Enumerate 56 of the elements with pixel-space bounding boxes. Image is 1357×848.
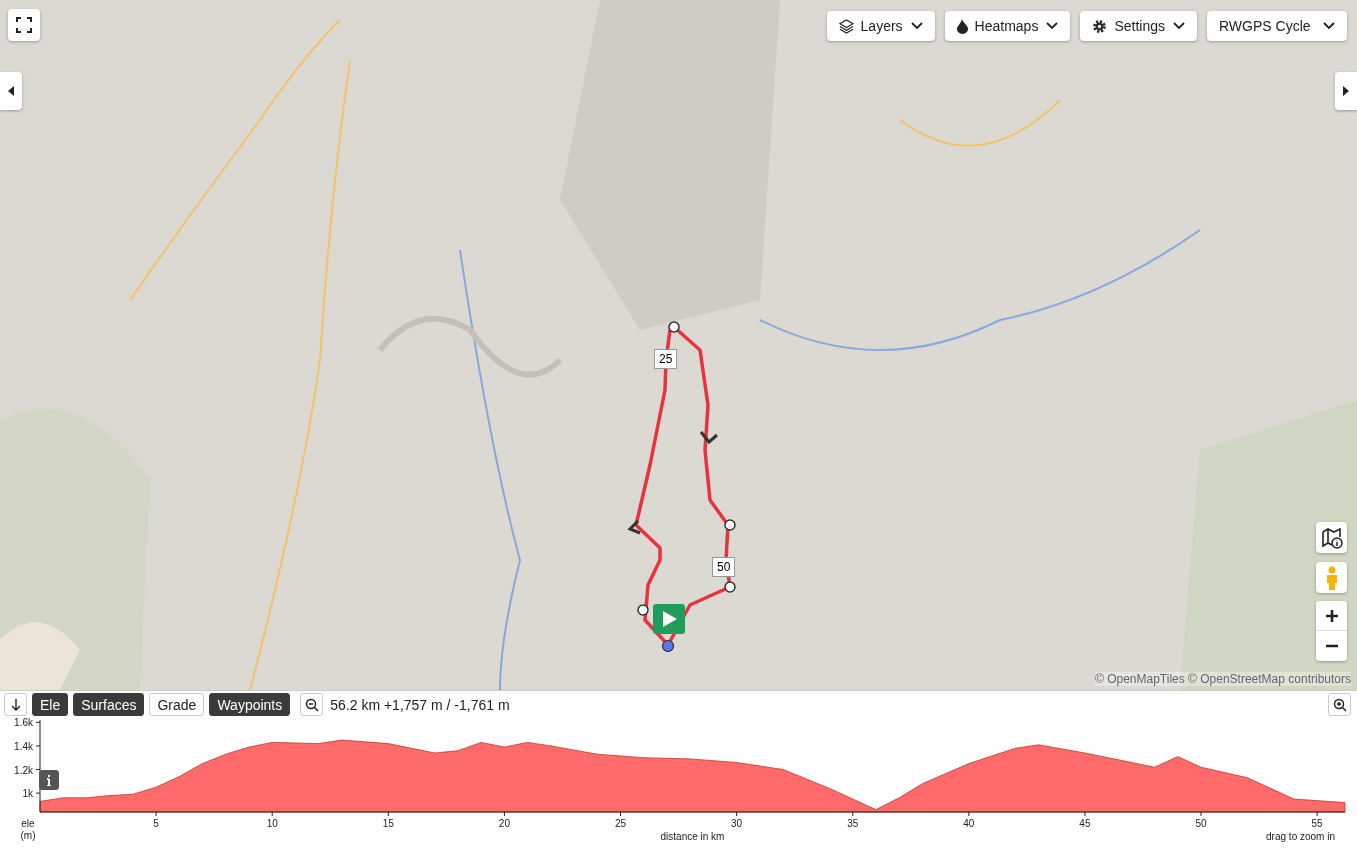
route-summary: 56.2 km +1,757 m / -1,761 m — [330, 696, 511, 713]
gear-icon — [1092, 18, 1108, 34]
chart-toggle[interactable]: Ele — [32, 693, 69, 716]
fullscreen-icon[interactable] — [8, 9, 40, 41]
collapse-icon[interactable] — [4, 693, 27, 716]
zoom-in-icon[interactable] — [1328, 693, 1351, 716]
flame-icon — [956, 18, 968, 34]
zoom-out-button[interactable] — [1316, 631, 1347, 661]
axis-tick-label: 10 — [266, 818, 278, 829]
caret-icon — [910, 22, 923, 30]
chart-toggle[interactable]: Grade — [149, 693, 205, 716]
waypoint-icon[interactable] — [724, 519, 736, 531]
axis-tick-label: 15 — [382, 818, 394, 829]
end-icon[interactable] — [661, 639, 675, 653]
axis-tick-label: 45 — [1079, 818, 1091, 829]
waypoint-icon[interactable] — [668, 321, 680, 333]
caret-icon — [1323, 22, 1335, 30]
left-panel-toggle[interactable] — [0, 72, 22, 110]
axis-tick-label: 40 — [963, 818, 975, 829]
layers-dropdown[interactable]: Layers — [826, 11, 935, 41]
chart-toggle[interactable]: Surfaces — [73, 693, 145, 716]
start-icon[interactable] — [653, 604, 685, 634]
plus-icon — [1325, 609, 1338, 622]
axis-tick-label: 1.6k — [14, 718, 33, 729]
settings-dropdown[interactable]: Settings — [1080, 11, 1197, 41]
zoom-out-icon[interactable] — [300, 693, 324, 716]
axis-tick-label: 50 — [1195, 818, 1207, 829]
waypoint-icon[interactable] — [724, 581, 736, 593]
basemap-select[interactable]: RWGPS Cycle — [1207, 11, 1347, 41]
axis-tick-label: 55 — [1311, 818, 1323, 829]
layers-icon — [838, 18, 854, 34]
caret-icon — [1173, 22, 1185, 30]
distance-marker: 50 — [712, 557, 736, 577]
map-info-icon[interactable] — [1316, 522, 1347, 553]
waypoint-icon[interactable] — [637, 604, 649, 616]
axis-tick-label: 1k — [22, 788, 33, 800]
right-panel-toggle[interactable] — [1335, 72, 1357, 110]
axis-tick-label: 1.4k — [14, 740, 33, 752]
caret-icon — [1046, 22, 1059, 30]
heatmaps-dropdown[interactable]: Heatmaps — [944, 11, 1071, 41]
axis-tick-label: 35 — [847, 818, 859, 829]
left-triangle-icon — [8, 86, 14, 96]
info-icon[interactable] — [39, 770, 59, 790]
axis-title: ele (m) — [20, 818, 36, 841]
axis-tick-label: 20 — [498, 818, 510, 829]
right-triangle-icon — [1343, 86, 1349, 96]
zoom-in-button[interactable] — [1316, 601, 1347, 631]
axis-tick-label: 30 — [731, 818, 743, 829]
chart-hint: drag to zoom in — [1266, 831, 1335, 842]
axis-tick-label: 5 — [153, 818, 159, 829]
axis-title: distance in km — [660, 831, 725, 842]
distance-marker: 25 — [654, 349, 678, 369]
chart-toggle[interactable]: Waypoints — [209, 693, 291, 716]
map-attribution: © OpenMapTiles © OpenStreetMap contributors — [1094, 672, 1351, 686]
axis-tick-label: 25 — [614, 818, 627, 829]
axis-tick-label: 1.2k — [14, 764, 33, 776]
